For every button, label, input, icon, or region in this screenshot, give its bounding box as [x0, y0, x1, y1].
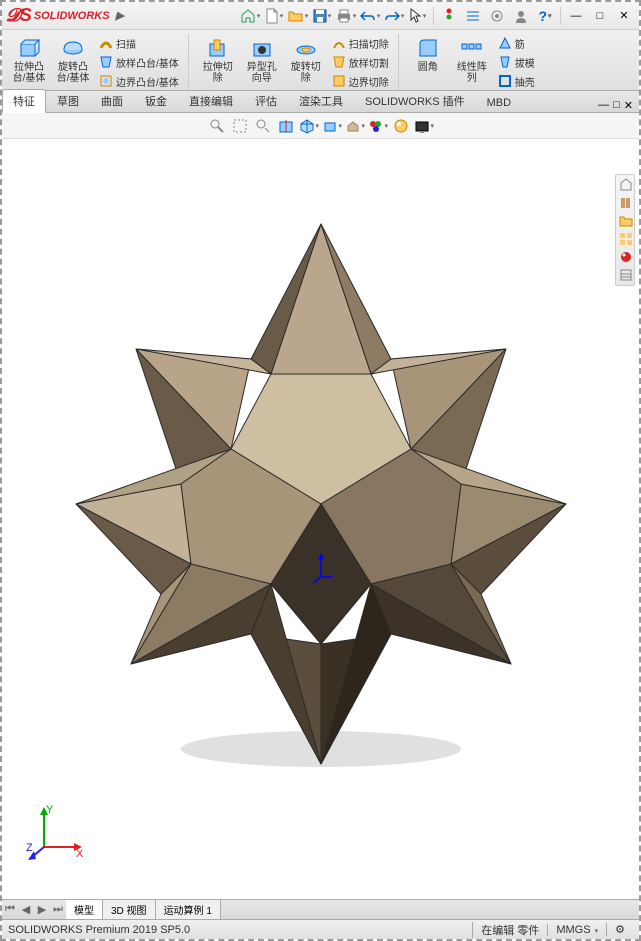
tab-features[interactable]: 特征 [2, 89, 46, 113]
hide-show-icon[interactable]: ▾ [345, 116, 365, 136]
minimize-button[interactable]: — [565, 5, 587, 27]
status-customize-icon[interactable]: ⚙ [606, 923, 633, 936]
section-view-icon[interactable] [276, 116, 296, 136]
hole-wizard-button[interactable]: 异型孔向导 [241, 34, 283, 86]
save-icon[interactable]: ▾ [311, 5, 333, 27]
status-version: SOLIDWORKS Premium 2019 SP5.0 [8, 924, 190, 936]
sweep-cut-button[interactable]: 扫描切除 [329, 34, 392, 52]
tab-evaluate[interactable]: 评估 [244, 89, 288, 112]
shell-button[interactable]: 抽壳 [495, 72, 538, 90]
close-button[interactable]: ✕ [613, 5, 635, 27]
appearances-icon[interactable] [618, 249, 634, 265]
doc-minimize-button[interactable]: — [598, 99, 609, 112]
tab-sketch[interactable]: 草图 [46, 89, 90, 112]
status-edit-state: 在编辑 零件 [472, 922, 547, 938]
redo-icon[interactable]: ▾ [383, 5, 405, 27]
loft-boss-button[interactable]: 放样凸台/基体 [96, 53, 182, 71]
status-units[interactable]: MMGS ▾ [547, 924, 606, 936]
previous-view-icon[interactable] [253, 116, 273, 136]
open-file-icon[interactable]: ▾ [287, 5, 309, 27]
tab-nav-last-icon[interactable]: ⏭ [50, 903, 66, 916]
ribbon: 拉伸凸台/基体 旋转凸台/基体 扫描 放样凸台/基体 边界凸台/基体 拉伸切除 … [2, 30, 639, 91]
tab-addins[interactable]: SOLIDWORKS 插件 [354, 89, 476, 112]
zoom-area-icon[interactable] [230, 116, 250, 136]
linear-pattern-button[interactable]: 线性阵列 [451, 34, 493, 86]
design-library-icon[interactable] [618, 195, 634, 211]
svg-text:Y: Y [46, 804, 54, 816]
tab-nav-first-icon[interactable]: ⏮ [2, 903, 18, 916]
svg-text:Z: Z [26, 842, 33, 854]
view-toolbar: ▾ ▾ ▾ ▾ ▾ [2, 113, 639, 139]
model-stellated-dodecahedron[interactable] [61, 204, 581, 784]
sweep-boss-button[interactable]: 扫描 [96, 34, 182, 52]
view-palette-icon[interactable] [618, 231, 634, 247]
new-file-icon[interactable]: ▾ [263, 5, 285, 27]
boundary-boss-button[interactable]: 边界凸台/基体 [96, 72, 182, 90]
select-cursor-icon[interactable]: ▾ [407, 5, 429, 27]
rib-button[interactable]: 筋 [495, 34, 538, 52]
ribbon-group-features: 圆角 线性阵列 筋 拔模 抽壳 [407, 34, 544, 90]
display-settings-icon[interactable]: ▾ [414, 116, 434, 136]
boundary-cut-button[interactable]: 边界切除 [329, 72, 392, 90]
logo-s-icon: 𝓓S [6, 5, 32, 26]
resources-icon[interactable] [618, 177, 634, 193]
ribbon-group-cut: 拉伸切除 异型孔向导 旋转切除 扫描切除 放样切割 边界切除 [197, 34, 399, 90]
bottom-tab-3dview[interactable]: 3D 视图 [103, 900, 156, 919]
home-icon[interactable]: ▾ [239, 5, 261, 27]
edit-appearance-icon[interactable]: ▾ [368, 116, 388, 136]
extrude-cut-button[interactable]: 拉伸切除 [197, 34, 239, 86]
app-logo: 𝓓S SOLIDWORKS ▶ [6, 5, 124, 26]
view-orient-icon[interactable]: ▾ [299, 116, 319, 136]
settings-list-icon[interactable] [462, 5, 484, 27]
revolve-cut-button[interactable]: 旋转切除 [285, 34, 327, 86]
origin-marker-icon [309, 553, 333, 583]
file-explorer-icon[interactable] [618, 213, 634, 229]
motion-tabs: ⏮ ◀ ▶ ⏭ 模型 3D 视图 运动算例 1 [2, 899, 639, 919]
tab-nav-next-icon[interactable]: ▶ [34, 903, 50, 916]
tab-nav-prev-icon[interactable]: ◀ [18, 903, 34, 916]
extrude-boss-button[interactable]: 拉伸凸台/基体 [8, 34, 50, 86]
undo-icon[interactable]: ▾ [359, 5, 381, 27]
bottom-tab-model[interactable]: 模型 [66, 900, 103, 919]
help-icon[interactable]: ?▾ [534, 5, 556, 27]
display-style-icon[interactable]: ▾ [322, 116, 342, 136]
command-tabs: 特征 草图 曲面 钣金 直接编辑 评估 渲染工具 SOLIDWORKS 插件 M… [2, 91, 639, 113]
chevron-right-icon[interactable]: ▶ [116, 9, 124, 22]
tab-render[interactable]: 渲染工具 [288, 89, 354, 112]
tab-direct-edit[interactable]: 直接编辑 [178, 89, 244, 112]
maximize-button[interactable]: □ [589, 5, 611, 27]
zoom-fit-icon[interactable] [207, 116, 227, 136]
task-pane [615, 174, 635, 286]
apply-scene-icon[interactable] [391, 116, 411, 136]
custom-props-icon[interactable] [618, 267, 634, 283]
user-icon[interactable] [510, 5, 532, 27]
print-icon[interactable]: ▾ [335, 5, 357, 27]
revolve-boss-button[interactable]: 旋转凸台/基体 [52, 34, 94, 86]
statusbar: SOLIDWORKS Premium 2019 SP5.0 在编辑 零件 MMG… [2, 919, 639, 939]
tab-sheetmetal[interactable]: 钣金 [134, 89, 178, 112]
loft-cut-button[interactable]: 放样切割 [329, 53, 392, 71]
3d-viewport[interactable]: Y X Z [2, 139, 639, 879]
titlebar-toolbar: ▾ ▾ ▾ ▾ ▾ ▾ ▾ ▾ ?▾ — □ ✕ [239, 5, 635, 27]
svg-text:X: X [76, 848, 84, 860]
ribbon-group-boss: 拉伸凸台/基体 旋转凸台/基体 扫描 放样凸台/基体 边界凸台/基体 [8, 34, 189, 90]
doc-close-button[interactable]: ✕ [624, 99, 633, 112]
options-icon[interactable] [486, 5, 508, 27]
tab-surfaces[interactable]: 曲面 [90, 89, 134, 112]
view-triad-icon[interactable]: Y X Z [26, 803, 86, 863]
doc-maximize-button[interactable]: □ [613, 99, 620, 112]
titlebar: 𝓓S SOLIDWORKS ▶ ▾ ▾ ▾ ▾ ▾ ▾ ▾ ▾ ?▾ — □ ✕ [2, 2, 639, 30]
bottom-tab-motion[interactable]: 运动算例 1 [156, 900, 221, 919]
traffic-light-icon[interactable] [438, 5, 460, 27]
fillet-button[interactable]: 圆角 [407, 34, 449, 75]
app-name: SOLIDWORKS [34, 10, 110, 22]
draft-button[interactable]: 拔模 [495, 53, 538, 71]
tab-mbd[interactable]: MBD [476, 93, 522, 112]
